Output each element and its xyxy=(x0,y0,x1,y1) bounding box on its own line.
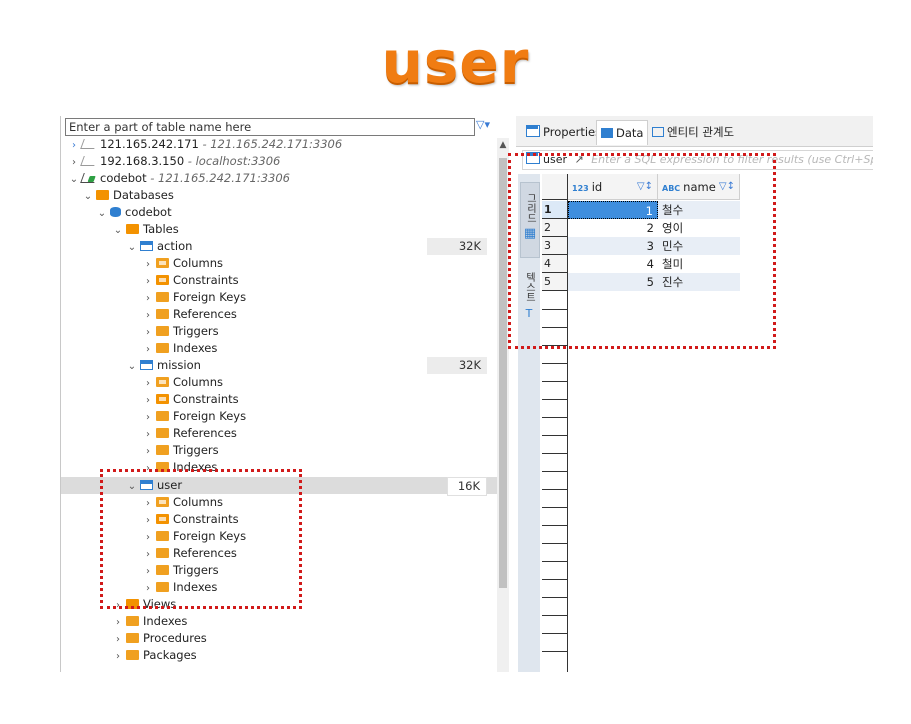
table-item-mission[interactable]: ⌄ mission 32K xyxy=(127,357,497,374)
chevron-right-icon[interactable]: › xyxy=(143,392,153,409)
chevron-right-icon[interactable]: › xyxy=(143,341,153,358)
editor-tabs: Properties Data 엔티티 관계도 xyxy=(516,116,873,147)
chevron-right-icon[interactable]: › xyxy=(143,290,153,307)
folder-icon xyxy=(126,616,139,626)
folder-icon xyxy=(156,343,169,353)
user-tree-highlight xyxy=(100,469,302,609)
table-filter-input[interactable]: Enter a part of table name here xyxy=(65,118,475,136)
data-icon xyxy=(601,128,613,138)
folder-icon xyxy=(126,633,139,643)
chevron-right-icon[interactable]: › xyxy=(113,614,123,631)
er-diagram-icon xyxy=(652,127,664,137)
page-title: user xyxy=(381,28,530,96)
database-item[interactable]: ⌄ codebot xyxy=(97,204,510,221)
properties-icon xyxy=(526,125,540,137)
chevron-right-icon[interactable]: › xyxy=(113,648,123,665)
tab-properties[interactable]: Properties xyxy=(522,120,605,144)
chevron-right-icon[interactable]: › xyxy=(143,409,153,426)
empty-row xyxy=(542,363,568,364)
chevron-right-icon[interactable]: › xyxy=(143,273,153,290)
table-size: 32K xyxy=(426,357,487,374)
empty-row xyxy=(542,471,568,472)
connected-icon xyxy=(80,173,98,183)
chevron-down-icon[interactable]: ⌄ xyxy=(83,188,93,205)
tab-er-diagram[interactable]: 엔티티 관계도 xyxy=(648,120,738,144)
tree-child[interactable]: › Columns xyxy=(143,374,510,391)
connection-item[interactable]: ⌄ codebot - 121.165.242.171:3306 xyxy=(69,170,505,187)
chevron-right-icon[interactable]: › xyxy=(143,256,153,273)
empty-row xyxy=(542,633,568,634)
databases-folder[interactable]: ⌄ Databases xyxy=(83,187,510,204)
chevron-right-icon[interactable]: › xyxy=(69,154,79,171)
grid-highlight xyxy=(508,153,776,349)
empty-row xyxy=(542,543,568,544)
connection-item[interactable]: › 121.165.242.171 - 121.165.242.171:3306 xyxy=(69,136,505,153)
empty-row xyxy=(542,381,568,382)
chevron-right-icon[interactable]: › xyxy=(143,426,153,443)
empty-row xyxy=(542,489,568,490)
databases-icon xyxy=(96,190,109,200)
chevron-right-icon[interactable]: › xyxy=(113,631,123,648)
empty-row xyxy=(542,399,568,400)
tree-child[interactable]: › References xyxy=(143,425,510,442)
folder-icon xyxy=(156,309,169,319)
tree-child[interactable]: › Indexes xyxy=(143,340,510,357)
constraints-icon xyxy=(156,275,169,285)
empty-row xyxy=(542,417,568,418)
tab-data[interactable]: Data xyxy=(596,120,649,145)
empty-row xyxy=(542,597,568,598)
empty-row xyxy=(542,579,568,580)
chevron-down-icon[interactable]: ⌄ xyxy=(69,171,79,188)
tables-folder[interactable]: ⌄ Tables xyxy=(113,221,510,238)
tree-child[interactable]: › Constraints xyxy=(143,391,510,408)
chevron-down-icon[interactable]: ⌄ xyxy=(97,205,107,222)
chevron-down-icon[interactable]: ⌄ xyxy=(127,358,137,375)
empty-row xyxy=(542,615,568,616)
folder-icon xyxy=(156,292,169,302)
tree-folder-packages[interactable]: › Packages xyxy=(113,647,510,664)
tree-folder-procedures[interactable]: › Procedures xyxy=(113,630,510,647)
empty-row xyxy=(542,651,568,652)
connection-icon xyxy=(80,139,98,149)
folder-icon xyxy=(156,445,169,455)
connection-item[interactable]: › 192.168.3.150 - localhost:3306 xyxy=(69,153,505,170)
columns-icon xyxy=(156,258,169,268)
constraints-icon xyxy=(156,394,169,404)
table-icon xyxy=(140,241,153,251)
empty-row xyxy=(542,525,568,526)
chevron-right-icon[interactable]: › xyxy=(143,443,153,460)
tree-child[interactable]: › Foreign Keys xyxy=(143,408,510,425)
table-item-action[interactable]: ⌄ action 32K xyxy=(127,238,497,255)
database-icon xyxy=(110,207,121,217)
tree-child[interactable]: › Triggers xyxy=(143,442,510,459)
chevron-right-icon[interactable]: › xyxy=(143,307,153,324)
columns-icon xyxy=(156,377,169,387)
empty-row xyxy=(542,435,568,436)
empty-row xyxy=(542,453,568,454)
tree-child[interactable]: › References xyxy=(143,306,510,323)
tree-child[interactable]: › Foreign Keys xyxy=(143,289,510,306)
chevron-down-icon[interactable]: ⌄ xyxy=(113,222,123,239)
tables-folder-icon xyxy=(126,224,139,234)
tree-child[interactable]: › Columns xyxy=(143,255,510,272)
table-icon xyxy=(140,360,153,370)
tree-child[interactable]: › Constraints xyxy=(143,272,510,289)
chevron-right-icon[interactable]: › xyxy=(69,137,79,154)
chevron-right-icon[interactable]: › xyxy=(143,375,153,392)
chevron-down-icon[interactable]: ⌄ xyxy=(127,239,137,256)
empty-row xyxy=(542,561,568,562)
folder-icon xyxy=(156,428,169,438)
tree-folder-indexes[interactable]: › Indexes xyxy=(113,613,510,630)
chevron-right-icon[interactable]: › xyxy=(143,324,153,341)
folder-icon xyxy=(126,650,139,660)
filter-funnel-icon[interactable]: ▽▾ xyxy=(476,118,502,134)
connection-icon xyxy=(80,156,98,166)
folder-icon xyxy=(156,326,169,336)
table-size: 32K xyxy=(426,238,487,255)
tree-child[interactable]: › Triggers xyxy=(143,323,510,340)
folder-icon xyxy=(156,411,169,421)
empty-row xyxy=(542,507,568,508)
